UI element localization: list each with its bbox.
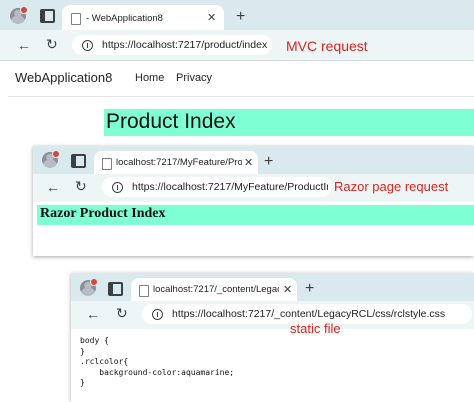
- toolbar-divider: [0, 60, 474, 61]
- tab-title: localhost:7217/MyFeature/Produ: [116, 157, 242, 168]
- css-source-text: body { } .rclcolor{ background-color:aqu…: [80, 336, 235, 387]
- reload-icon[interactable]: ↻: [116, 306, 128, 320]
- reload-icon[interactable]: ↻: [46, 37, 58, 51]
- site-info-icon[interactable]: [82, 40, 93, 51]
- address-bar[interactable]: https://localhost:7217/product/index: [72, 35, 272, 55]
- back-arrow-icon[interactable]: ←: [46, 180, 60, 194]
- site-info-icon[interactable]: [112, 182, 123, 193]
- tab-overview-icon[interactable]: [71, 154, 86, 168]
- reload-icon[interactable]: ↻: [75, 179, 87, 193]
- url-text: https://localhost:7217/MyFeature/Product…: [132, 181, 328, 193]
- annotation-static-file: static file: [290, 321, 341, 336]
- nav-privacy-link[interactable]: Privacy: [176, 72, 212, 84]
- plus-icon[interactable]: +: [305, 281, 314, 297]
- tab-overview-icon[interactable]: [108, 282, 123, 296]
- site-info-icon[interactable]: [152, 309, 163, 320]
- back-arrow-icon[interactable]: ←: [17, 38, 31, 52]
- razor-page-title: Razor Product Index: [40, 206, 166, 221]
- tab-title: - WebApplication8: [86, 13, 163, 24]
- close-icon[interactable]: ✕: [244, 158, 253, 169]
- tab-myfeature[interactable]: localhost:7217/MyFeature/Produ ✕: [94, 151, 258, 176]
- app-brand[interactable]: WebApplication8: [15, 70, 112, 85]
- close-icon[interactable]: ✕: [207, 13, 216, 24]
- profile-alert-dot: [90, 278, 98, 286]
- tab-webapplication8[interactable]: - WebApplication8 ✕: [62, 5, 224, 32]
- page-icon: [139, 285, 149, 297]
- annotation-razor-page-request: Razor page request: [334, 179, 449, 194]
- page-icon: [102, 158, 112, 170]
- annotation-mvc-request: MVC request: [286, 38, 368, 54]
- page-title: Product Index: [106, 110, 236, 133]
- tab-static-css[interactable]: localhost:7217/_content/LegacyR ✕: [131, 278, 297, 303]
- profile-alert-dot: [52, 150, 60, 158]
- close-icon[interactable]: ✕: [283, 285, 292, 296]
- plus-icon[interactable]: +: [236, 9, 245, 25]
- profile-alert-dot: [20, 6, 28, 14]
- clipped-edge-glyph: [460, 0, 474, 6]
- page-icon: [71, 13, 81, 25]
- plus-icon[interactable]: +: [264, 154, 273, 170]
- url-text: https://localhost:7217/product/index: [102, 39, 268, 51]
- tab-title: localhost:7217/_content/LegacyR: [153, 284, 279, 295]
- address-bar[interactable]: https://localhost:7217/MyFeature/Product…: [102, 177, 332, 197]
- url-text: https://localhost:7217/_content/LegacyRC…: [172, 308, 446, 320]
- nav-home-link[interactable]: Home: [135, 72, 164, 84]
- back-arrow-icon[interactable]: ←: [86, 307, 100, 321]
- tab-overview-icon[interactable]: [40, 9, 55, 23]
- nav-divider: [8, 96, 474, 97]
